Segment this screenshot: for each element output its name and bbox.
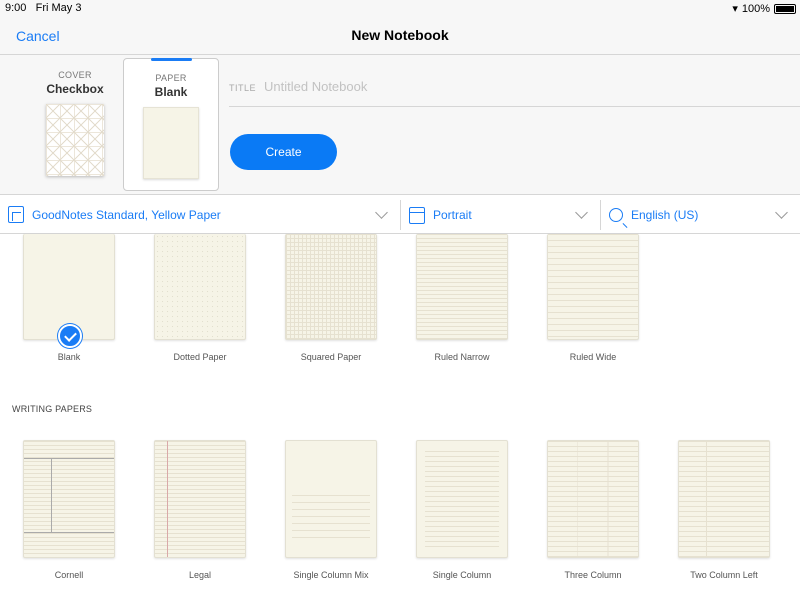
paper-option-dotted[interactable]: Dotted Paper <box>154 234 246 362</box>
wifi-icon: ▾ <box>732 3 738 15</box>
paper-thumbnail[interactable] <box>678 440 770 558</box>
paper-name: Blank <box>154 85 188 99</box>
language-dropdown[interactable]: English (US) <box>600 200 800 230</box>
page-title: New Notebook <box>351 27 449 43</box>
paper-caption: PAPER <box>155 73 187 83</box>
battery-icon <box>774 3 796 14</box>
section-header-writing-papers: WRITING PAPERS <box>12 404 93 414</box>
paper-option-legal[interactable]: Legal <box>154 440 246 580</box>
status-bar: 9:00 Fri May 3 ▾ 100% <box>0 0 800 16</box>
title-input[interactable] <box>264 79 665 94</box>
paper-label: Dotted Paper <box>173 352 227 362</box>
paper-label: Ruled Wide <box>569 352 617 362</box>
template-dropdown[interactable]: GoodNotes Standard, Yellow Paper <box>0 196 400 233</box>
paper-option-single[interactable]: Single Column <box>416 440 508 580</box>
language-search-icon <box>609 208 623 222</box>
paper-thumbnail[interactable] <box>285 440 377 558</box>
options-bar: GoodNotes Standard, Yellow Paper Portrai… <box>0 196 800 234</box>
create-button[interactable]: Create <box>230 134 337 170</box>
orientation-value: Portrait <box>433 208 472 222</box>
portrait-icon <box>409 206 425 224</box>
paper-thumbnail[interactable] <box>547 440 639 558</box>
cover-selector[interactable]: COVER Checkbox <box>30 70 120 176</box>
paper-option-ruled-wide[interactable]: Ruled Wide <box>547 234 639 362</box>
paper-label: Cornell <box>54 570 84 580</box>
paper-thumbnail[interactable] <box>23 234 115 348</box>
clock: 9:00 <box>5 2 27 14</box>
battery-percent: 100% <box>741 2 770 15</box>
paper-thumbnail[interactable] <box>547 234 639 340</box>
paper-selector[interactable]: PAPER Blank <box>123 58 219 191</box>
nav-bar: Cancel New Notebook <box>0 16 800 55</box>
paper-option-three[interactable]: Three Column <box>547 440 639 580</box>
paper-label: Two Column Left <box>690 570 758 580</box>
paper-option-cornell[interactable]: Cornell <box>23 440 115 580</box>
paper-thumbnail <box>143 107 199 179</box>
selected-indicator <box>151 58 192 61</box>
chevron-down-icon <box>375 206 388 219</box>
cover-thumbnail[interactable] <box>46 104 104 176</box>
paper-thumbnail[interactable] <box>416 234 508 340</box>
cover-caption: COVER <box>58 70 92 80</box>
paper-label: Single Column Mix <box>293 570 369 580</box>
paper-label: Ruled Narrow <box>434 352 490 362</box>
paper-label: Blank <box>57 352 81 362</box>
paper-label: Single Column <box>432 570 492 580</box>
checkmark-icon <box>58 324 82 348</box>
paper-option-twoleft[interactable]: Two Column Left <box>678 440 770 580</box>
paper-thumbnail[interactable] <box>416 440 508 558</box>
paper-label: Squared Paper <box>300 352 362 362</box>
cover-name: Checkbox <box>46 82 104 96</box>
paper-thumbnail[interactable] <box>285 234 377 340</box>
paper-thumbnail[interactable] <box>23 440 115 558</box>
paper-thumbnail[interactable] <box>154 440 246 558</box>
paper-option-squared[interactable]: Squared Paper <box>285 234 377 362</box>
paper-label: Legal <box>188 570 212 580</box>
template-icon <box>8 206 24 223</box>
language-value: English (US) <box>631 208 699 222</box>
paper-label: Three Column <box>564 570 622 580</box>
date: Fri May 3 <box>35 2 82 14</box>
paper-option-blank[interactable]: Blank <box>23 234 115 362</box>
chevron-down-icon <box>775 206 788 219</box>
notebook-setup: COVER Checkbox PAPER Blank TITLE Create <box>0 55 800 195</box>
title-field: TITLE <box>229 79 800 107</box>
template-value: GoodNotes Standard, Yellow Paper <box>32 207 221 222</box>
paper-option-ruled-narrow[interactable]: Ruled Narrow <box>416 234 508 362</box>
title-label: TITLE <box>229 83 257 93</box>
paper-option-mix[interactable]: Single Column Mix <box>285 440 377 580</box>
orientation-dropdown[interactable]: Portrait <box>400 200 600 230</box>
chevron-down-icon <box>575 206 588 219</box>
paper-thumbnail[interactable] <box>154 234 246 340</box>
